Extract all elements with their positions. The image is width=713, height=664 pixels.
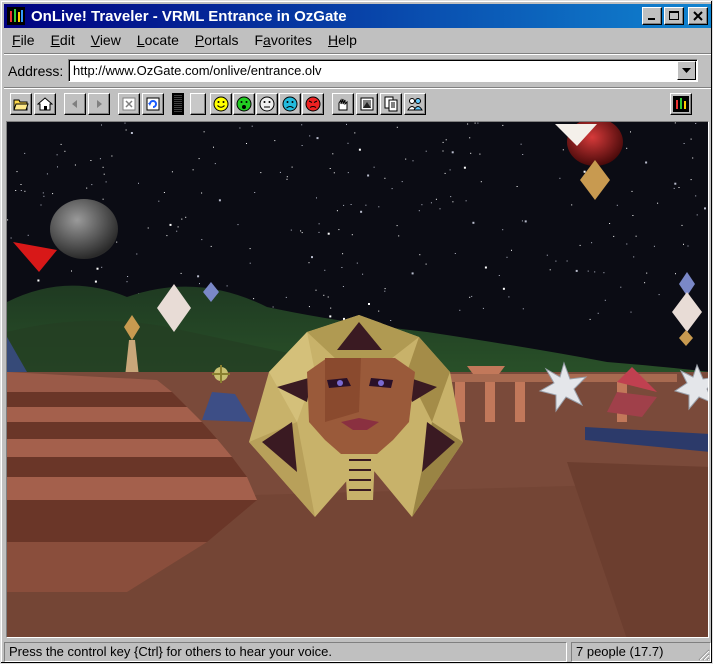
blank-slot-icon: [191, 96, 205, 112]
stop-button[interactable]: [118, 93, 140, 115]
menu-locate[interactable]: Locate: [129, 32, 187, 48]
happy-emotion-button[interactable]: [210, 93, 232, 115]
back-arrow-icon: [72, 100, 77, 108]
volume-meter-icon: [172, 93, 184, 115]
menu-file[interactable]: File: [4, 32, 43, 48]
maximize-button[interactable]: [664, 7, 684, 25]
refresh-button[interactable]: [142, 93, 164, 115]
onlive-traveler-icon[interactable]: [7, 7, 25, 25]
neutral-face-icon: [259, 96, 275, 112]
resize-grip-icon[interactable]: [698, 649, 710, 661]
refresh-icon: [146, 97, 160, 111]
title-bar[interactable]: OnLive! Traveler - VRML Entrance in OzGa…: [4, 4, 711, 28]
home-button[interactable]: [34, 93, 56, 115]
status-message: Press the control key {Ctrl} for others …: [4, 642, 567, 662]
volume-meter: [170, 93, 186, 115]
people-count: 7 people (17.7): [571, 642, 711, 662]
address-bar: Address: http://www.OzGate.com/onlive/en…: [4, 57, 711, 85]
neutral-emotion-button[interactable]: [256, 93, 278, 115]
maximize-icon: [669, 11, 679, 20]
menu-portals[interactable]: Portals: [187, 32, 247, 48]
happy-face-icon: [213, 96, 229, 112]
portal-button[interactable]: [380, 93, 402, 115]
map-icon: [360, 97, 374, 111]
sad-face-icon: [282, 96, 298, 112]
menu-view[interactable]: View: [83, 32, 129, 48]
address-label: Address:: [8, 63, 64, 79]
sad-emotion-button[interactable]: [279, 93, 301, 115]
surprised-emotion-button[interactable]: [233, 93, 255, 115]
window-title: OnLive! Traveler - VRML Entrance in OzGa…: [31, 7, 347, 25]
blank-slot-button[interactable]: [190, 93, 206, 115]
vrml-scene[interactable]: [7, 122, 709, 638]
menu-help[interactable]: Help: [320, 32, 365, 48]
status-bar: Press the control key {Ctrl} for others …: [4, 641, 711, 662]
angry-emotion-button[interactable]: [302, 93, 324, 115]
menu-separator: [4, 53, 711, 55]
open-folder-icon: [13, 99, 29, 111]
toolbar: [4, 91, 711, 119]
map-button[interactable]: [356, 93, 378, 115]
stop-icon: [122, 97, 136, 111]
grey-planet: [50, 199, 118, 259]
address-input[interactable]: http://www.OzGate.com/onlive/entrance.ol…: [68, 59, 698, 82]
address-value[interactable]: http://www.OzGate.com/onlive/entrance.ol…: [73, 63, 322, 78]
gesture-icon: [338, 98, 348, 111]
surprised-face-icon: [236, 96, 252, 112]
minimize-button[interactable]: [642, 7, 662, 25]
portal-icon: [384, 96, 398, 112]
onlive-logo-icon: [673, 96, 689, 112]
people-button[interactable]: [404, 93, 426, 115]
address-separator: [4, 87, 711, 89]
menu-bar: File Edit View Locate Portals Favorites Help: [4, 29, 711, 51]
app-window: OnLive! Traveler - VRML Entrance in OzGa…: [0, 0, 713, 664]
close-button[interactable]: [688, 7, 708, 25]
forward-arrow-icon: [97, 100, 102, 108]
chevron-down-icon: [682, 67, 691, 73]
minimize-icon: [648, 18, 655, 20]
menu-edit[interactable]: Edit: [43, 32, 83, 48]
close-icon: [693, 11, 703, 21]
angry-face-icon: [305, 96, 321, 112]
forward-button[interactable]: [88, 93, 110, 115]
menu-favorites[interactable]: Favorites: [246, 32, 320, 48]
home-icon: [37, 97, 53, 111]
address-dropdown-button[interactable]: [677, 61, 696, 80]
people-icon: [407, 98, 423, 111]
vrml-viewport[interactable]: [6, 121, 709, 638]
back-button[interactable]: [64, 93, 86, 115]
onlive-logo-button[interactable]: [670, 93, 692, 115]
open-button[interactable]: [10, 93, 32, 115]
gesture-button[interactable]: [332, 93, 354, 115]
